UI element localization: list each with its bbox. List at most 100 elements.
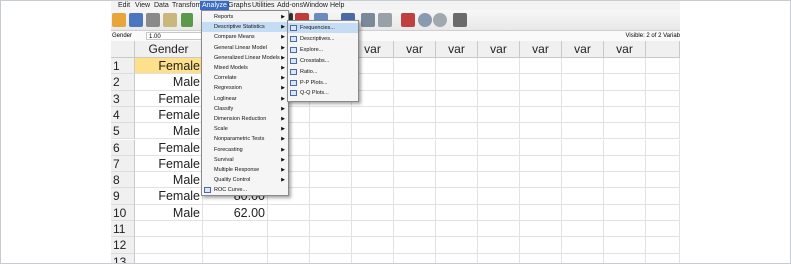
cell-empty[interactable]: [436, 237, 478, 254]
cell-empty[interactable]: [562, 90, 604, 107]
cell-gender[interactable]: Female: [135, 188, 203, 205]
analyze-menu-item[interactable]: Descriptive Statistics ▶: [202, 22, 288, 33]
analyze-menu-item[interactable]: Nonparametric Tests ▶: [202, 134, 288, 144]
cell-empty[interactable]: [436, 74, 478, 91]
cell-empty[interactable]: [394, 123, 436, 140]
cell-value[interactable]: [203, 221, 268, 238]
cell-empty[interactable]: [562, 221, 604, 238]
cell-empty[interactable]: [394, 106, 436, 124]
cell-empty[interactable]: [562, 172, 604, 189]
menu-help[interactable]: Help: [330, 1, 344, 10]
cell-empty[interactable]: [394, 90, 436, 107]
row-number[interactable]: 1: [111, 58, 135, 75]
cell-empty[interactable]: [310, 172, 352, 189]
column-header-var[interactable]: var: [520, 41, 562, 58]
cell-empty[interactable]: [352, 237, 394, 254]
cell-empty[interactable]: [562, 139, 604, 156]
cell-empty[interactable]: [436, 221, 478, 238]
cell-value[interactable]: [203, 253, 268, 263]
cell-empty[interactable]: [436, 188, 478, 205]
cell-empty[interactable]: [394, 237, 436, 254]
cell-empty[interactable]: [646, 58, 680, 75]
cell-empty[interactable]: [604, 253, 646, 263]
cell-empty[interactable]: [394, 204, 436, 221]
analyze-menu-item[interactable]: Compare Means ▶: [202, 32, 288, 42]
menu-view[interactable]: View: [135, 1, 150, 10]
cell-empty[interactable]: [562, 123, 604, 140]
cell-empty[interactable]: [478, 188, 520, 205]
descriptive-menu-item[interactable]: Ratio...: [288, 67, 358, 77]
cell-empty[interactable]: [394, 58, 436, 75]
cell-empty[interactable]: [520, 204, 562, 221]
cell-empty[interactable]: [310, 123, 352, 140]
cell-empty[interactable]: [520, 188, 562, 205]
column-header-var[interactable]: var: [562, 41, 604, 58]
cell-empty[interactable]: [520, 123, 562, 140]
cell-empty[interactable]: [520, 106, 562, 124]
analyze-menu-item[interactable]: Survival ▶: [202, 155, 288, 165]
cell-empty[interactable]: [646, 123, 680, 140]
analyze-menu-item[interactable]: Multiple Response ▶: [202, 165, 288, 175]
menu-window[interactable]: Window: [303, 1, 328, 10]
show-all-variables-icon[interactable]: [433, 13, 447, 27]
analyze-menu-item[interactable]: Regression ▶: [202, 83, 288, 93]
open-folder-icon[interactable]: [112, 13, 126, 27]
cell-empty[interactable]: [478, 139, 520, 156]
row-number[interactable]: 10: [111, 204, 135, 221]
cell-empty[interactable]: [646, 253, 680, 263]
cell-empty[interactable]: [562, 74, 604, 91]
cell-value[interactable]: 62.00: [203, 204, 268, 221]
cell-empty[interactable]: [436, 204, 478, 221]
cell-empty[interactable]: [562, 106, 604, 124]
cell-empty[interactable]: [646, 188, 680, 205]
descriptive-menu-item[interactable]: Frequencies...: [288, 23, 358, 34]
cell-empty[interactable]: [310, 106, 352, 124]
grid-corner[interactable]: [111, 41, 135, 58]
cell-empty[interactable]: [310, 155, 352, 173]
cell-empty[interactable]: [352, 172, 394, 189]
cell-empty[interactable]: [268, 221, 310, 238]
analyze-menu-item[interactable]: Loglinear ▶: [202, 94, 288, 104]
menu-data[interactable]: Data: [154, 1, 169, 10]
cell-empty[interactable]: [436, 106, 478, 124]
cell-empty[interactable]: [352, 253, 394, 263]
cell-empty[interactable]: [604, 74, 646, 91]
cell-empty[interactable]: [604, 90, 646, 107]
cell-empty[interactable]: [394, 74, 436, 91]
dialog-recall-icon[interactable]: [163, 13, 177, 27]
cell-empty[interactable]: [520, 90, 562, 107]
column-header-var[interactable]: var: [436, 41, 478, 58]
cell-empty[interactable]: [478, 172, 520, 189]
cell-empty[interactable]: [352, 221, 394, 238]
cell-empty[interactable]: [520, 172, 562, 189]
row-number[interactable]: 8: [111, 172, 135, 189]
cell-gender[interactable]: Male: [135, 204, 203, 221]
cell-empty[interactable]: [310, 204, 352, 221]
cell-gender[interactable]: [135, 237, 203, 254]
cell-gender[interactable]: Female: [135, 58, 203, 75]
cell-empty[interactable]: [478, 74, 520, 91]
analyze-menu-item[interactable]: Mixed Models ▶: [202, 63, 288, 73]
select-cases-icon[interactable]: [378, 13, 392, 27]
analyze-menu-item[interactable]: Generalized Linear Models ▶: [202, 53, 288, 63]
analyze-menu-item[interactable]: Scale ▶: [202, 124, 288, 134]
analyze-menu-item[interactable]: Classify ▶: [202, 104, 288, 114]
cell-empty[interactable]: [646, 106, 680, 124]
row-number[interactable]: 6: [111, 139, 135, 156]
cell-empty[interactable]: [394, 188, 436, 205]
cell-empty[interactable]: [562, 204, 604, 221]
cell-empty[interactable]: [436, 139, 478, 156]
cell-empty[interactable]: [520, 221, 562, 238]
cell-empty[interactable]: [562, 253, 604, 263]
menu-analyze[interactable]: Analyze: [200, 1, 229, 10]
cell-empty[interactable]: [562, 188, 604, 205]
row-number[interactable]: 7: [111, 155, 135, 173]
cell-empty[interactable]: [394, 155, 436, 173]
cell-empty[interactable]: [520, 237, 562, 254]
column-header-var[interactable]: var: [604, 41, 646, 58]
analyze-menu-item[interactable]: Quality Control ▶: [202, 175, 288, 185]
cell-empty[interactable]: [604, 155, 646, 173]
cell-empty[interactable]: [646, 155, 680, 173]
cell-empty[interactable]: [646, 172, 680, 189]
row-number[interactable]: 13: [111, 253, 135, 263]
